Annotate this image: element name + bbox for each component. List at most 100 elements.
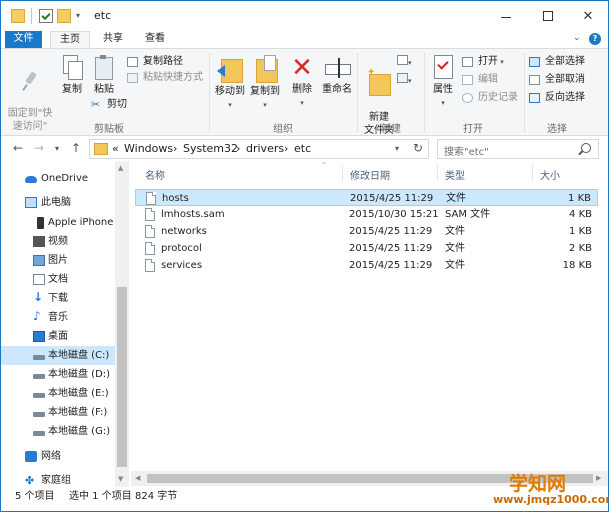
address-dropdown-icon[interactable]: ▾ (395, 144, 399, 153)
nav-item-drive-c[interactable]: 本地磁盘 (C:) (1, 346, 115, 365)
select-all-button[interactable]: 全部选择 (529, 55, 585, 69)
copy-to-button[interactable]: 复制到 ▾ (248, 55, 282, 112)
file-size: 1 KB (568, 193, 591, 204)
tab-view[interactable]: 查看 (137, 31, 173, 48)
close-button[interactable]: ✕ (567, 1, 609, 31)
copy-button[interactable]: 复制 (58, 55, 86, 96)
up-arrow-icon[interactable]: ↑ (71, 141, 81, 155)
table-row[interactable]: networks 2015/4/25 11:29 文件 1 KB (135, 223, 598, 240)
new-item-button[interactable]: ▾ (397, 55, 412, 70)
back-arrow-icon[interactable]: ← (13, 141, 23, 155)
nav-pane-scroll-thumb[interactable] (117, 287, 127, 467)
search-box[interactable]: 搜索"etc" (437, 139, 599, 159)
column-header-modified[interactable]: 修改日期 (350, 167, 390, 182)
nav-item-drive-e[interactable]: 本地磁盘 (E:) (1, 384, 115, 403)
nav-item-label: 视频 (48, 236, 68, 247)
file-name: hosts (162, 193, 189, 204)
rename-label: 重命名 (322, 84, 352, 95)
nav-item-drive-f[interactable]: 本地磁盘 (F:) (1, 403, 115, 422)
column-header-name[interactable]: 名称 (145, 167, 165, 182)
nav-item-onedrive[interactable]: OneDrive (1, 169, 115, 188)
search-icon[interactable] (581, 143, 591, 153)
scroll-up-icon[interactable]: ▲ (118, 164, 123, 172)
new-folder-quick-icon[interactable] (57, 9, 71, 23)
paste-icon (93, 55, 115, 81)
documents-icon (33, 274, 45, 285)
nav-item-drive-g[interactable]: 本地磁盘 (G:) (1, 422, 115, 441)
tab-share[interactable]: 共享 (95, 31, 131, 48)
address-bar[interactable]: « Windows › System32 › drivers › etc ▾ ↻ (89, 139, 429, 159)
pin-quick-access-button[interactable]: 固定到"快 速访问" (7, 57, 53, 133)
recent-locations-icon[interactable]: ▾ (55, 144, 59, 153)
invert-selection-button[interactable]: 反向选择 (529, 91, 585, 105)
properties-quick-icon[interactable] (39, 9, 53, 23)
tab-home[interactable]: 主页 (50, 31, 90, 49)
tab-file[interactable]: 文件 (5, 31, 42, 48)
breadcrumb-separator[interactable]: › (173, 142, 177, 155)
rename-button[interactable]: 重命名 (319, 55, 355, 96)
open-label: 打开 (478, 56, 498, 67)
nav-item-desktop[interactable]: 桌面 (1, 327, 115, 346)
select-none-button[interactable]: 全部取消 (529, 73, 585, 87)
nav-item-downloads[interactable]: ↓ 下载 (1, 289, 115, 308)
nav-item-pictures[interactable]: 图片 (1, 251, 115, 270)
nav-item-iphone[interactable]: Apple iPhone (1, 213, 115, 232)
refresh-icon[interactable]: ↻ (413, 141, 423, 155)
expand-ribbon-icon[interactable]: ⌄ (573, 33, 581, 43)
history-button[interactable]: 历史记录 (462, 91, 518, 105)
file-type: SAM 文件 (445, 209, 491, 220)
properties-icon (432, 55, 454, 81)
paste-shortcut-button[interactable]: 粘贴快捷方式 (127, 71, 203, 85)
open-button[interactable]: 打开 ▾ (462, 55, 504, 69)
breadcrumb-drivers[interactable]: drivers (246, 142, 284, 155)
copy-path-button[interactable]: 复制路径 (127, 55, 183, 69)
quick-access-dropdown-icon[interactable]: ▾ (76, 11, 80, 20)
navigation-pane: OneDrive 此电脑 Apple iPhone 视频 图片 文档 ↓ 下载 … (1, 161, 129, 487)
scroll-left-icon[interactable]: ◀ (135, 474, 140, 482)
table-row[interactable]: hosts 2015/4/25 11:29 文件 1 KB (135, 189, 598, 206)
organize-group-label: 组织 (273, 124, 293, 135)
breadcrumb-system32[interactable]: System32 (183, 142, 238, 155)
history-label: 历史记录 (478, 92, 518, 103)
breadcrumb-separator[interactable]: › (236, 142, 240, 155)
file-name: lmhosts.sam (161, 209, 225, 220)
cut-button[interactable]: ✂ 剪切 (91, 98, 127, 112)
help-icon[interactable]: ? (589, 33, 601, 45)
nav-item-documents[interactable]: 文档 (1, 270, 115, 289)
move-to-button[interactable]: 移动到 ▾ (213, 55, 247, 112)
forward-arrow-icon[interactable]: → (34, 141, 44, 155)
table-row[interactable]: services 2015/4/25 11:29 文件 18 KB (135, 257, 598, 274)
rename-icon (325, 55, 351, 81)
table-row[interactable]: protocol 2015/4/25 11:29 文件 2 KB (135, 240, 598, 257)
minimize-button[interactable] (485, 1, 527, 31)
breadcrumb-windows[interactable]: Windows (124, 142, 173, 155)
nav-item-videos[interactable]: 视频 (1, 232, 115, 251)
nav-item-this-pc[interactable]: 此电脑 (1, 193, 115, 212)
column-separator[interactable] (342, 165, 343, 181)
nav-item-music[interactable]: ♪ 音乐 (1, 308, 115, 327)
easy-access-button[interactable]: ▾ (397, 73, 412, 88)
select-all-label: 全部选择 (545, 56, 585, 67)
address-overflow[interactable]: « (112, 142, 119, 155)
delete-button[interactable]: ✕ 删除 ▾ (289, 55, 315, 110)
folder-icon (94, 143, 108, 155)
breadcrumb-separator[interactable]: › (284, 142, 288, 155)
column-header-size[interactable]: 大小 (540, 167, 560, 182)
search-input[interactable]: 搜索"etc" (444, 143, 489, 158)
nav-pane-scrollbar[interactable]: ▲ ▼ (115, 161, 129, 487)
paste-button[interactable]: 粘贴 (89, 55, 119, 96)
nav-item-label: 本地磁盘 (D:) (48, 369, 111, 380)
maximize-button[interactable] (527, 1, 569, 31)
breadcrumb-etc[interactable]: etc (294, 142, 311, 155)
column-separator[interactable] (532, 165, 533, 181)
homegroup-icon: ✤ (25, 474, 35, 487)
pictures-icon (33, 255, 45, 266)
nav-item-network[interactable]: 网络 (1, 447, 115, 466)
column-separator[interactable] (437, 165, 438, 181)
properties-button[interactable]: 属性 ▾ (428, 55, 458, 110)
edit-button[interactable]: 编辑 (462, 73, 498, 87)
scroll-down-icon[interactable]: ▼ (118, 475, 123, 483)
column-header-type[interactable]: 类型 (445, 167, 465, 182)
table-row[interactable]: lmhosts.sam 2015/10/30 15:21 SAM 文件 4 KB (135, 206, 598, 223)
nav-item-drive-d[interactable]: 本地磁盘 (D:) (1, 365, 115, 384)
